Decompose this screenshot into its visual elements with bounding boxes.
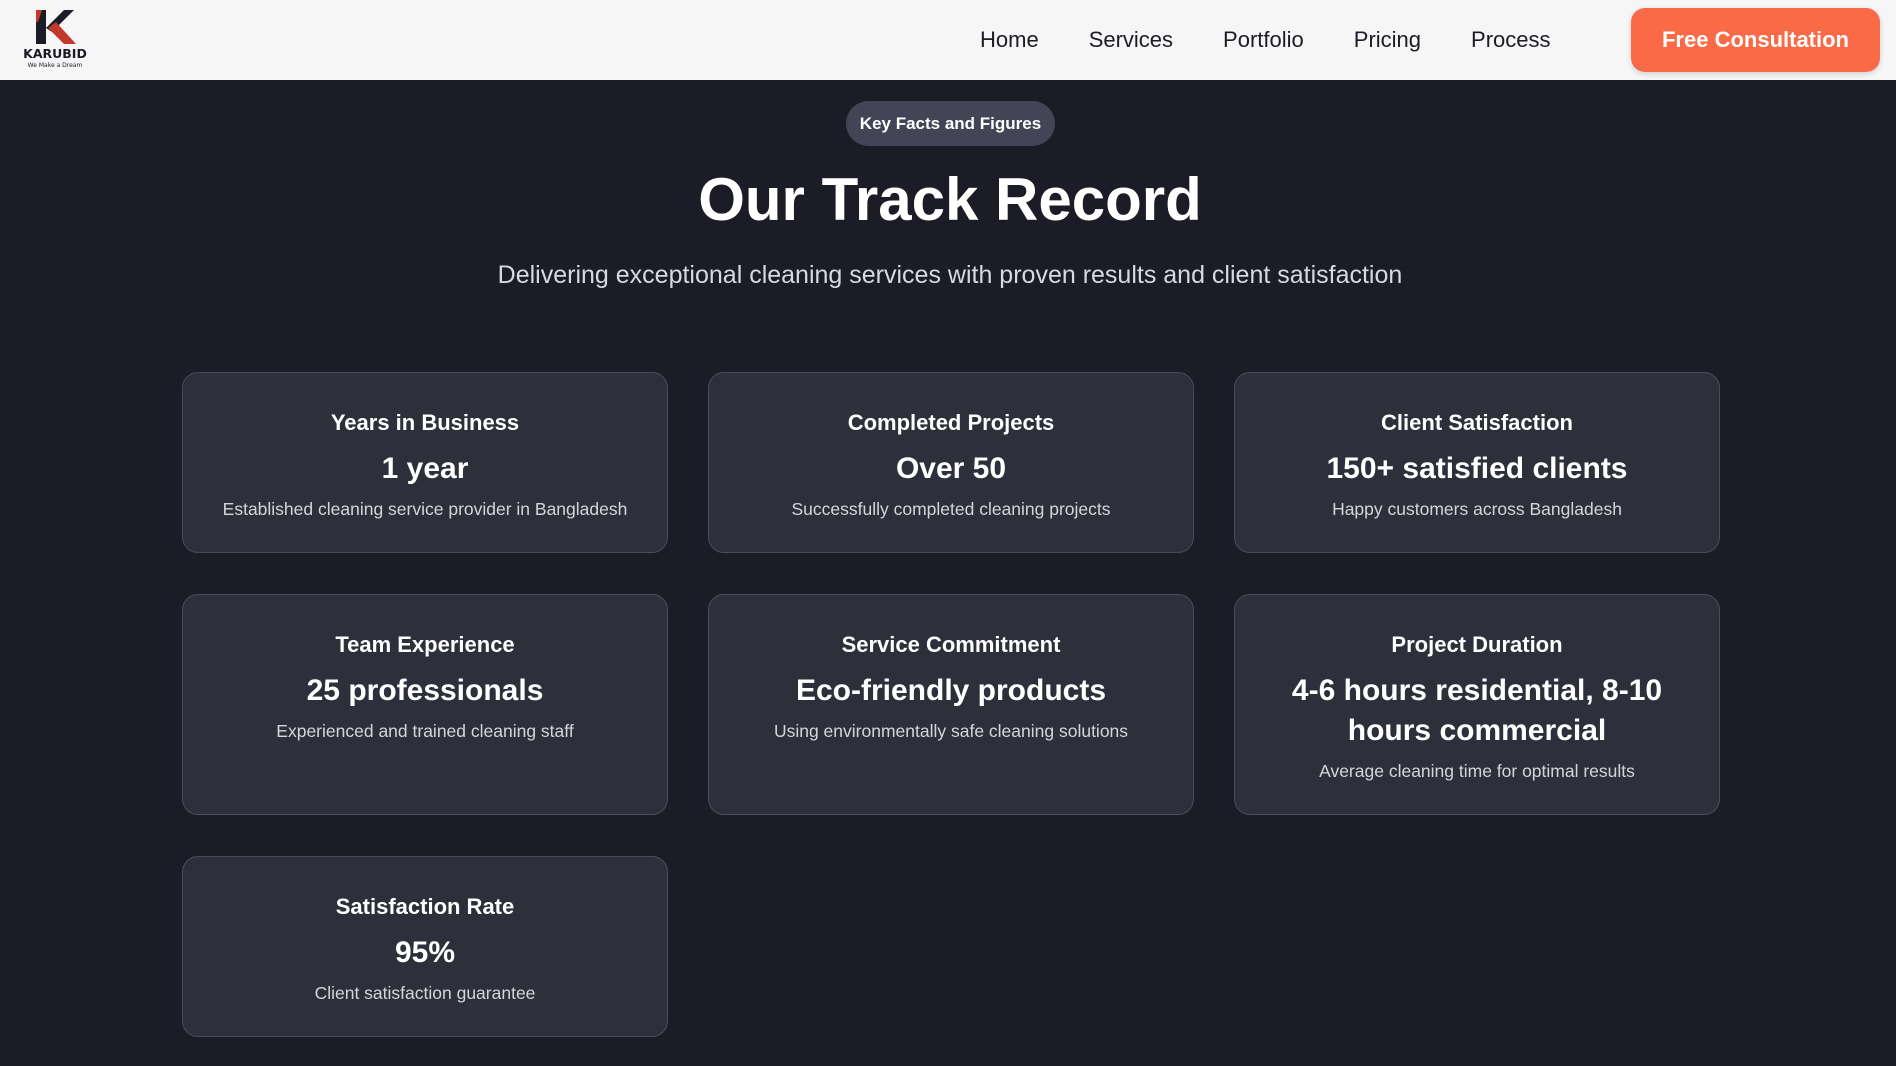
stat-card-title: Project Duration (1391, 632, 1563, 657)
stat-card-title: Completed Projects (847, 410, 1055, 435)
stat-card-value: 150+ satisfied clients (1326, 452, 1628, 485)
stat-card-title: Team Experience (335, 632, 515, 657)
nav-link-pricing[interactable]: Pricing (1354, 27, 1421, 53)
site-header: KARUBID We Make a Dream Home Services Po… (0, 0, 1896, 80)
stat-card-service-commitment: Service Commitment Eco-friendly products… (708, 594, 1194, 815)
stat-card-description: Client satisfaction guarantee (314, 983, 536, 1003)
stat-card-title: Years in Business (330, 410, 520, 435)
section-badge: Key Facts and Figures (846, 101, 1055, 146)
logo-tagline: We Make a Dream (27, 62, 83, 69)
stat-card-value: Eco-friendly products (795, 674, 1107, 707)
stat-card-years-in-business: Years in Business 1 year Established cle… (182, 372, 668, 553)
stat-card-description: Experienced and trained cleaning staff (276, 721, 574, 741)
stat-card-description: Happy customers across Bangladesh (1332, 499, 1622, 519)
stat-card-value: 95% (394, 936, 456, 969)
free-consultation-button[interactable]: Free Consultation (1631, 8, 1880, 72)
nav-link-home[interactable]: Home (980, 27, 1039, 53)
stat-card-description: Established cleaning service provider in… (222, 499, 628, 519)
logo[interactable]: KARUBID We Make a Dream (20, 8, 90, 72)
stat-card-team-experience: Team Experience 25 professionals Experie… (182, 594, 668, 815)
page-title: Our Track Record (698, 166, 1202, 233)
stat-card-value: 25 professionals (306, 674, 544, 707)
main-nav: Home Services Portfolio Pricing Process (980, 0, 1551, 80)
stat-card-title: Client Satisfaction (1381, 410, 1573, 435)
nav-link-process[interactable]: Process (1471, 27, 1550, 53)
nav-link-services[interactable]: Services (1089, 27, 1173, 53)
stat-card-description: Average cleaning time for optimal result… (1319, 761, 1635, 781)
stat-card-project-duration: Project Duration 4-6 hours residential, … (1234, 594, 1720, 815)
stat-card-client-satisfaction: Client Satisfaction 150+ satisfied clien… (1234, 372, 1720, 553)
stat-card-description: Successfully completed cleaning projects (791, 499, 1111, 519)
stat-card-description: Using environmentally safe cleaning solu… (773, 721, 1129, 741)
stat-card-value: 4-6 hours residential, 8-10 hours commer… (1291, 674, 1663, 747)
stat-card-completed-projects: Completed Projects Over 50 Successfully … (708, 372, 1194, 553)
logo-k-icon (36, 10, 76, 44)
page-subtitle: Delivering exceptional cleaning services… (497, 261, 1403, 289)
stat-card-value: 1 year (381, 452, 469, 485)
stat-card-satisfaction-rate: Satisfaction Rate 95% Client satisfactio… (182, 856, 668, 1037)
logo-wordmark: KARUBID (23, 46, 87, 61)
stat-card-value: Over 50 (895, 452, 1007, 485)
nav-link-portfolio[interactable]: Portfolio (1223, 27, 1304, 53)
stat-card-title: Satisfaction Rate (335, 894, 515, 919)
stat-card-title: Service Commitment (841, 632, 1061, 657)
